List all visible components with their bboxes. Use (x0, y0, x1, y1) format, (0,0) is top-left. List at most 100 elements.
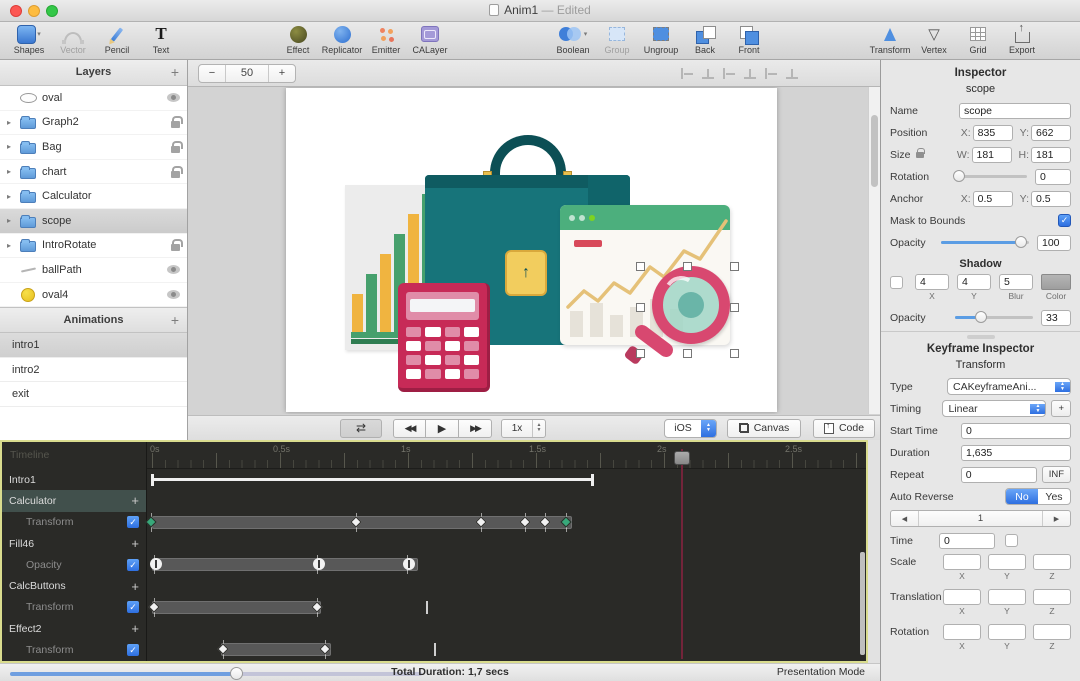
playhead-knob[interactable] (673, 451, 690, 465)
timeline-lane-fill46[interactable] (147, 533, 866, 554)
align-right-icon[interactable] (723, 67, 735, 79)
layer-row-Graph2[interactable]: ▸ Graph2 (0, 110, 187, 136)
track-enabled-checkbox[interactable]: ✓ (127, 516, 139, 529)
shadow-y-field[interactable]: 4 (957, 274, 991, 290)
anchor-y-field[interactable]: 0.5 (1031, 190, 1071, 207)
name-field[interactable]: scope (959, 102, 1071, 119)
presentation-mode-button[interactable]: Presentation Mode (777, 664, 865, 681)
track-enabled-checkbox[interactable]: ✓ (127, 558, 139, 571)
toolbar-ungroup-button[interactable]: Ungroup (639, 22, 683, 56)
timeline-track-opacity[interactable]: Opacity ✓ (2, 554, 146, 575)
track-enabled-checkbox[interactable]: ✓ (127, 601, 139, 614)
disclosure-triangle-icon[interactable]: ▸ (7, 142, 17, 151)
timeline-lane-opacity[interactable] (147, 554, 866, 575)
timeline-track-effect2[interactable]: Effect2 + (2, 618, 146, 639)
size-w-field[interactable]: 181 (971, 146, 1012, 163)
disclosure-triangle-icon[interactable]: ▸ (7, 216, 17, 225)
animation-row-exit[interactable]: exit (0, 382, 187, 407)
eye-icon[interactable] (167, 265, 180, 275)
rotation-slider[interactable] (953, 170, 1027, 182)
toolbar-group-button[interactable]: Group (595, 22, 639, 56)
toolbar-effect-button[interactable]: Effect (276, 22, 320, 56)
timeline-track-transform[interactable]: Transform ✓ (2, 639, 146, 660)
keyframe-bar[interactable] (221, 643, 332, 657)
speed-stepper[interactable]: 1x ▲ ▼ (501, 418, 546, 438)
shadow-enabled-checkbox[interactable] (890, 276, 903, 289)
scale-x-field[interactable] (943, 554, 981, 570)
timeline-track-calcbuttons[interactable]: CalcButtons + (2, 575, 146, 596)
stepper-arrows-icon[interactable]: ▲ ▼ (532, 419, 545, 437)
panel-splitter[interactable] (881, 331, 1080, 343)
timeline-lane-transform[interactable] (147, 597, 866, 618)
add-property-button[interactable]: + (131, 580, 139, 593)
mask-to-bounds-checkbox[interactable]: ✓ (1058, 214, 1071, 227)
previous-keyframe-button[interactable]: ◀ (891, 511, 919, 526)
layer-row-chart[interactable]: ▸ chart (0, 159, 187, 185)
slider-thumb[interactable] (230, 667, 243, 680)
shadow-opacity-slider[interactable] (955, 311, 1033, 323)
toolbar-text-button[interactable]: Text (139, 22, 183, 56)
selection-handle[interactable] (636, 262, 645, 271)
toolbar-back-button[interactable]: Back (683, 22, 727, 56)
canvas-viewport[interactable]: ↑ (188, 87, 880, 414)
add-layer-button[interactable]: + (171, 60, 179, 85)
keyframe-bar[interactable] (152, 515, 572, 529)
timeline-track-transform[interactable]: Transform ✓ (2, 512, 146, 533)
timeline-track-intro1[interactable]: Intro1 (2, 469, 146, 490)
start-time-field[interactable]: 0 (961, 422, 1071, 439)
translation-z-field[interactable] (1033, 589, 1071, 605)
toolbar-shapes-button[interactable]: ▾ Shapes (7, 22, 51, 56)
keyframe-bar[interactable] (152, 558, 419, 572)
magnifier-graphic-selected[interactable] (623, 266, 740, 366)
toolbar-export-button[interactable]: Export (1000, 22, 1044, 56)
duration-field[interactable]: 1,635 (961, 444, 1071, 461)
add-timing-button[interactable]: + (1051, 400, 1071, 417)
next-keyframe-button[interactable]: ▶ (1042, 511, 1070, 526)
zoom-out-button[interactable]: − (199, 65, 225, 82)
loop-button[interactable]: ⇄ (340, 418, 382, 438)
disclosure-triangle-icon[interactable]: ▸ (7, 118, 17, 127)
zoom-in-button[interactable]: + (269, 65, 295, 82)
timeline-lane-effect2[interactable] (147, 618, 866, 639)
shadow-x-field[interactable]: 4 (915, 274, 949, 290)
align-bottom-icon[interactable] (786, 67, 798, 79)
keyframe-tick[interactable] (425, 600, 428, 614)
disclosure-triangle-icon[interactable]: ▸ (7, 241, 17, 250)
lock-icon[interactable] (171, 140, 183, 153)
time-option-checkbox[interactable] (1004, 534, 1018, 547)
repeat-infinite-button[interactable]: INF (1041, 466, 1071, 483)
add-property-button[interactable]: + (131, 494, 139, 507)
layer-row-Bag[interactable]: ▸ Bag (0, 135, 187, 160)
toolbar-front-button[interactable]: Front (727, 22, 771, 56)
timeline-lane-transform[interactable] (145, 512, 866, 533)
animation-extent-bar[interactable] (152, 478, 593, 481)
toolbar-replicator-button[interactable]: Replicator (320, 22, 364, 56)
rotation-field[interactable]: 0 (1035, 168, 1071, 185)
layer-row-oval[interactable]: oval (0, 86, 187, 111)
timeline-ruler[interactable]: 0s 0.5s 1s 1.5s 2s 2.5s (147, 442, 866, 469)
selection-handle[interactable] (730, 303, 739, 312)
align-left-icon[interactable] (681, 67, 693, 79)
calculator-graphic[interactable] (398, 283, 490, 392)
rotation-x-field[interactable] (943, 624, 981, 640)
platform-dropdown[interactable]: iOS ▲ ▼ (664, 418, 717, 438)
translation-x-field[interactable] (943, 589, 981, 605)
canvas-mode-button[interactable]: Canvas (727, 418, 801, 438)
disclosure-triangle-icon[interactable]: ▸ (7, 192, 17, 201)
canvas-vertical-scrollbar[interactable] (868, 87, 880, 414)
toolbar-vertex-button[interactable]: Vertex (912, 22, 956, 56)
code-export-button[interactable]: Code (813, 418, 875, 438)
disclosure-triangle-icon[interactable]: ▸ (7, 167, 17, 176)
lock-icon[interactable] (171, 116, 183, 129)
opacity-slider[interactable] (941, 236, 1029, 248)
toolbar-boolean-button[interactable]: ▾ Boolean (551, 22, 595, 56)
layer-row-ballPath[interactable]: ballPath (0, 258, 187, 283)
add-property-button[interactable]: + (131, 537, 139, 550)
timeline-tracks[interactable]: 0s 0.5s 1s 1.5s 2s 2.5s (145, 442, 866, 661)
timeline-lane-calcbuttons[interactable] (147, 575, 866, 596)
rewind-button[interactable]: ◀◀ (393, 418, 426, 438)
timeline-lane-intro1[interactable] (147, 469, 866, 490)
add-property-button[interactable]: + (131, 622, 139, 635)
animation-row-intro2[interactable]: intro2 (0, 358, 187, 383)
selection-handle[interactable] (730, 262, 739, 271)
